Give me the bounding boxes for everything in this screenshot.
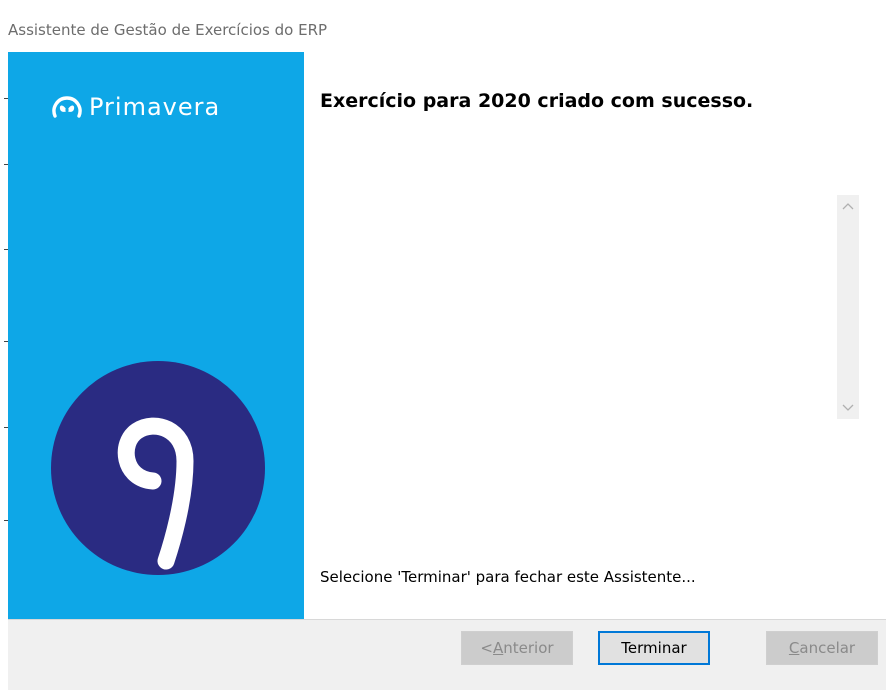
cancel-label-rest: ancelar — [799, 639, 856, 657]
primavera-butterfly-icon — [52, 96, 82, 118]
cancel-mnemonic: C — [788, 639, 800, 657]
logo-text: Primavera — [89, 93, 221, 121]
finish-button[interactable]: Terminar — [598, 631, 710, 665]
sidebar-banner: Primavera — [8, 52, 304, 619]
chevron-up-icon — [842, 203, 854, 210]
primavera-nine-icon — [51, 361, 265, 575]
scroll-down-button[interactable] — [837, 397, 859, 419]
previous-label-rest: nterior — [503, 639, 554, 657]
previous-button[interactable]: < Anterior — [461, 631, 573, 665]
title-bar[interactable]: Assistente de Gestão de Exercícios do ER… — [0, 0, 886, 52]
wizard-content: Exercício para 2020 criado com sucesso. … — [304, 52, 886, 619]
previous-mnemonic: A — [493, 639, 504, 657]
cancel-button[interactable]: Cancelar — [766, 631, 878, 665]
window-title: Assistente de Gestão de Exercícios do ER… — [8, 21, 328, 39]
primavera-logo: Primavera — [51, 92, 220, 122]
result-heading: Exercício para 2020 criado com sucesso. — [320, 90, 754, 112]
wizard-window: Assistente de Gestão de Exercícios do ER… — [0, 0, 886, 690]
finish-label: Terminar — [621, 639, 687, 657]
left-edge — [0, 52, 8, 619]
chevron-down-icon — [842, 404, 854, 411]
vertical-scrollbar[interactable] — [837, 195, 859, 419]
button-bar: < Anterior Terminar Cancelar — [8, 619, 886, 690]
previous-prefix: < — [480, 639, 493, 657]
scroll-up-button[interactable] — [837, 195, 859, 217]
instruction-text: Selecione 'Terminar' para fechar este As… — [320, 568, 696, 586]
